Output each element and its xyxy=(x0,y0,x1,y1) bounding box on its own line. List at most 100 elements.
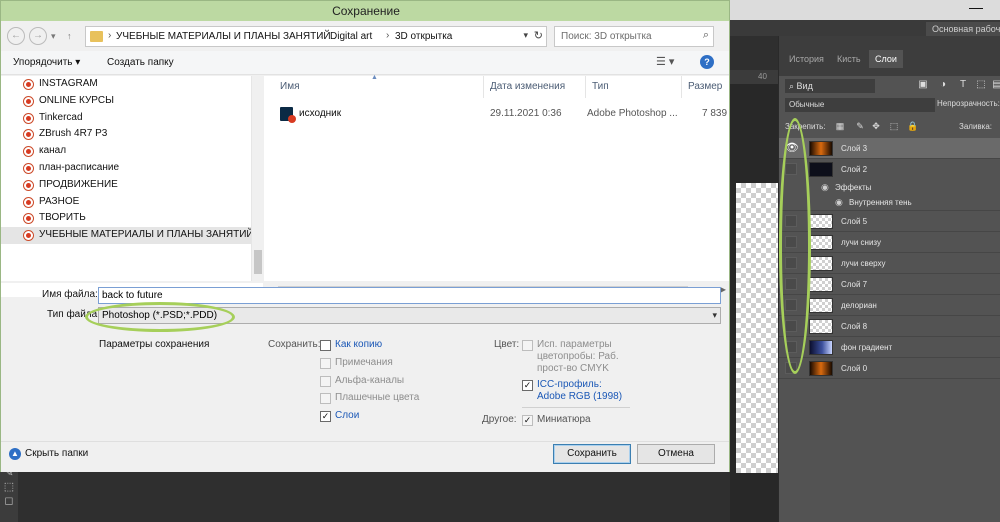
breadcrumb[interactable]: УЧЕБНЫЕ МАТЕРИАЛЫ И ПЛАНЫ ЗАНЯТИЙ xyxy=(116,31,331,42)
layer-row[interactable]: Слой 5 xyxy=(779,211,1000,232)
layer-row[interactable]: 👁 Слой 3 xyxy=(779,138,1000,159)
checkbox[interactable] xyxy=(320,340,331,351)
visibility-toggle[interactable] xyxy=(785,299,797,311)
view-options-icon[interactable]: ☰ ▾ xyxy=(656,55,674,68)
checkbox-label: Примечания xyxy=(335,357,393,368)
layer-row[interactable]: делориан xyxy=(779,295,1000,316)
visibility-toggle[interactable] xyxy=(785,278,797,290)
layer-name: Слой 3 xyxy=(841,144,868,153)
layer-row[interactable]: Слой 7 xyxy=(779,274,1000,295)
layer-row[interactable]: Слой 2 xyxy=(779,159,1000,180)
workspace-select[interactable]: Основная рабочая xyxy=(926,22,1000,36)
forward-icon[interactable]: → xyxy=(29,27,47,45)
breadcrumb[interactable]: 3D открытка xyxy=(395,31,452,42)
minimize-button[interactable]: — xyxy=(964,0,988,16)
column-header-type[interactable]: Тип xyxy=(586,76,682,98)
lock-pixels-icon[interactable]: ✎ xyxy=(855,121,865,131)
shape-filter-icon[interactable]: ⬚ xyxy=(975,79,987,91)
cancel-button[interactable]: Отмена xyxy=(637,444,715,464)
tree-item[interactable]: план-расписание xyxy=(1,160,262,177)
lock-position-icon[interactable]: ✥ xyxy=(871,121,881,131)
layer-filter-select[interactable]: ⌕ Вид xyxy=(785,79,875,93)
tree-item[interactable]: ПРОДВИЖЕНИЕ xyxy=(1,177,262,194)
layer-effects-row[interactable]: ◉ Эффекты xyxy=(779,180,1000,195)
eye-icon[interactable]: ◉ xyxy=(835,197,843,208)
folder-icon xyxy=(23,95,34,107)
checkbox-label: ICC-профиль: Adobe RGB (1998) xyxy=(537,379,623,402)
panel-tabs: История Кисть Слои xyxy=(779,36,1000,76)
save-button[interactable]: Сохранить xyxy=(553,444,631,464)
checkbox[interactable]: ✓ xyxy=(522,380,533,391)
new-folder-button[interactable]: Создать папку xyxy=(107,57,174,68)
checkbox[interactable]: ✓ xyxy=(320,411,331,422)
chevron-down-icon[interactable]: ▾ xyxy=(523,30,528,41)
visibility-toggle[interactable] xyxy=(785,215,797,227)
tree-item[interactable]: ONLINE КУРСЫ xyxy=(1,93,262,110)
search-input[interactable]: Поиск: 3D открытка ⌕ xyxy=(554,26,714,47)
visibility-toggle[interactable] xyxy=(785,236,797,248)
back-icon[interactable]: ← xyxy=(7,27,25,45)
filetype-select[interactable]: Photoshop (*.PSD;*.PDD) ▾ xyxy=(98,307,721,324)
tree-item[interactable]: Tinkercad xyxy=(1,110,262,127)
eye-icon[interactable]: ◉ xyxy=(821,182,829,193)
recent-dropdown-icon[interactable]: ▾ xyxy=(51,27,56,45)
lock-all-icon[interactable]: 🔒 xyxy=(907,121,918,131)
visibility-toggle[interactable] xyxy=(785,163,797,175)
effects-label: Эффекты xyxy=(835,183,872,192)
effect-name: Внутренняя тень xyxy=(849,198,912,207)
tab-layers[interactable]: Слои xyxy=(869,50,903,68)
adjustment-filter-icon[interactable]: ◑ xyxy=(937,79,949,91)
tab-brush[interactable]: Кисть xyxy=(831,50,867,68)
file-list: Имя Дата изменения Тип Размер исходник 2… xyxy=(264,76,729,281)
lock-artboard-icon[interactable]: ⬚ xyxy=(889,121,899,131)
up-icon[interactable]: ↑ xyxy=(67,27,72,45)
visibility-toggle[interactable] xyxy=(785,320,797,332)
tool-icon[interactable]: ◻ xyxy=(0,494,18,508)
visibility-toggle[interactable] xyxy=(785,257,797,269)
layer-row[interactable]: лучи сверху xyxy=(779,253,1000,274)
scrollbar-thumb[interactable] xyxy=(254,250,262,274)
help-icon[interactable]: ? xyxy=(700,55,714,69)
layer-row[interactable]: лучи снизу xyxy=(779,232,1000,253)
organize-button[interactable]: Упорядочить ▾ xyxy=(13,57,80,68)
layer-filter-row: ⌕ Вид ▣ ◑ T ⬚ ▤ xyxy=(779,76,1000,94)
visibility-toggle[interactable] xyxy=(785,362,797,374)
tree-item[interactable]: ZBrush 4R7 P3 xyxy=(1,126,262,143)
column-header-date[interactable]: Дата изменения xyxy=(484,76,586,98)
layer-row[interactable]: Слой 0 xyxy=(779,358,1000,379)
refresh-icon[interactable]: ↻ xyxy=(534,29,543,42)
folder-icon xyxy=(23,213,34,225)
tree-item[interactable]: УЧЕБНЫЕ МАТЕРИАЛЫ И ПЛАНЫ ЗАНЯТИЙ xyxy=(1,227,262,244)
visibility-toggle[interactable] xyxy=(785,341,797,353)
tree-item[interactable]: INSTAGRAM xyxy=(1,76,262,93)
canvas[interactable] xyxy=(736,183,778,473)
save-label: Сохранить: xyxy=(268,339,321,350)
tree-scrollbar[interactable] xyxy=(251,76,263,281)
layer-effect-row[interactable]: ◉ Внутренняя тень xyxy=(779,195,1000,211)
address-bar[interactable]: › УЧЕБНЫЕ МАТЕРИАЛЫ И ПЛАНЫ ЗАНЯТИЙ › Di… xyxy=(85,26,547,47)
tree-item[interactable]: ТВОРИТЬ xyxy=(1,210,262,227)
checkbox-label: Исп. параметры цветопробы: Раб. прост-во… xyxy=(537,339,619,374)
type-filter-icon[interactable]: T xyxy=(957,79,969,91)
tree-item[interactable]: РАЗНОЕ xyxy=(1,194,262,211)
tab-history[interactable]: История xyxy=(783,50,830,68)
tool-icon[interactable]: ⬚ xyxy=(0,480,18,494)
column-header-size[interactable]: Размер xyxy=(682,76,729,98)
layers-list: 👁 Слой 3 Слой 2 ◉ Эффекты ◉ Внутренняя т… xyxy=(779,138,1000,379)
filetype-value: Photoshop (*.PSD;*.PDD) xyxy=(102,310,218,321)
eye-icon[interactable]: 👁 xyxy=(785,142,799,154)
smart-object-filter-icon[interactable]: ▤ xyxy=(991,79,1000,91)
chevron-right-icon: › xyxy=(320,30,324,41)
file-row[interactable]: исходник 29.11.2021 0:36 Adobe Photoshop… xyxy=(264,104,729,124)
hide-folders-toggle[interactable]: ▲ Скрыть папки xyxy=(9,448,88,460)
layer-row[interactable]: Слой 8 xyxy=(779,316,1000,337)
blend-mode-select[interactable]: Обычные xyxy=(785,98,935,112)
pixel-filter-icon[interactable]: ▣ xyxy=(917,79,929,91)
layer-name: Слой 5 xyxy=(841,217,868,226)
breadcrumb[interactable]: Digital art xyxy=(330,31,372,42)
layer-row[interactable]: фон градиент xyxy=(779,337,1000,358)
column-header-name[interactable]: Имя xyxy=(274,76,484,98)
tree-item[interactable]: канал xyxy=(1,143,262,160)
lock-transparency-icon[interactable]: ▦ xyxy=(835,121,845,131)
filename-input[interactable] xyxy=(98,287,721,304)
